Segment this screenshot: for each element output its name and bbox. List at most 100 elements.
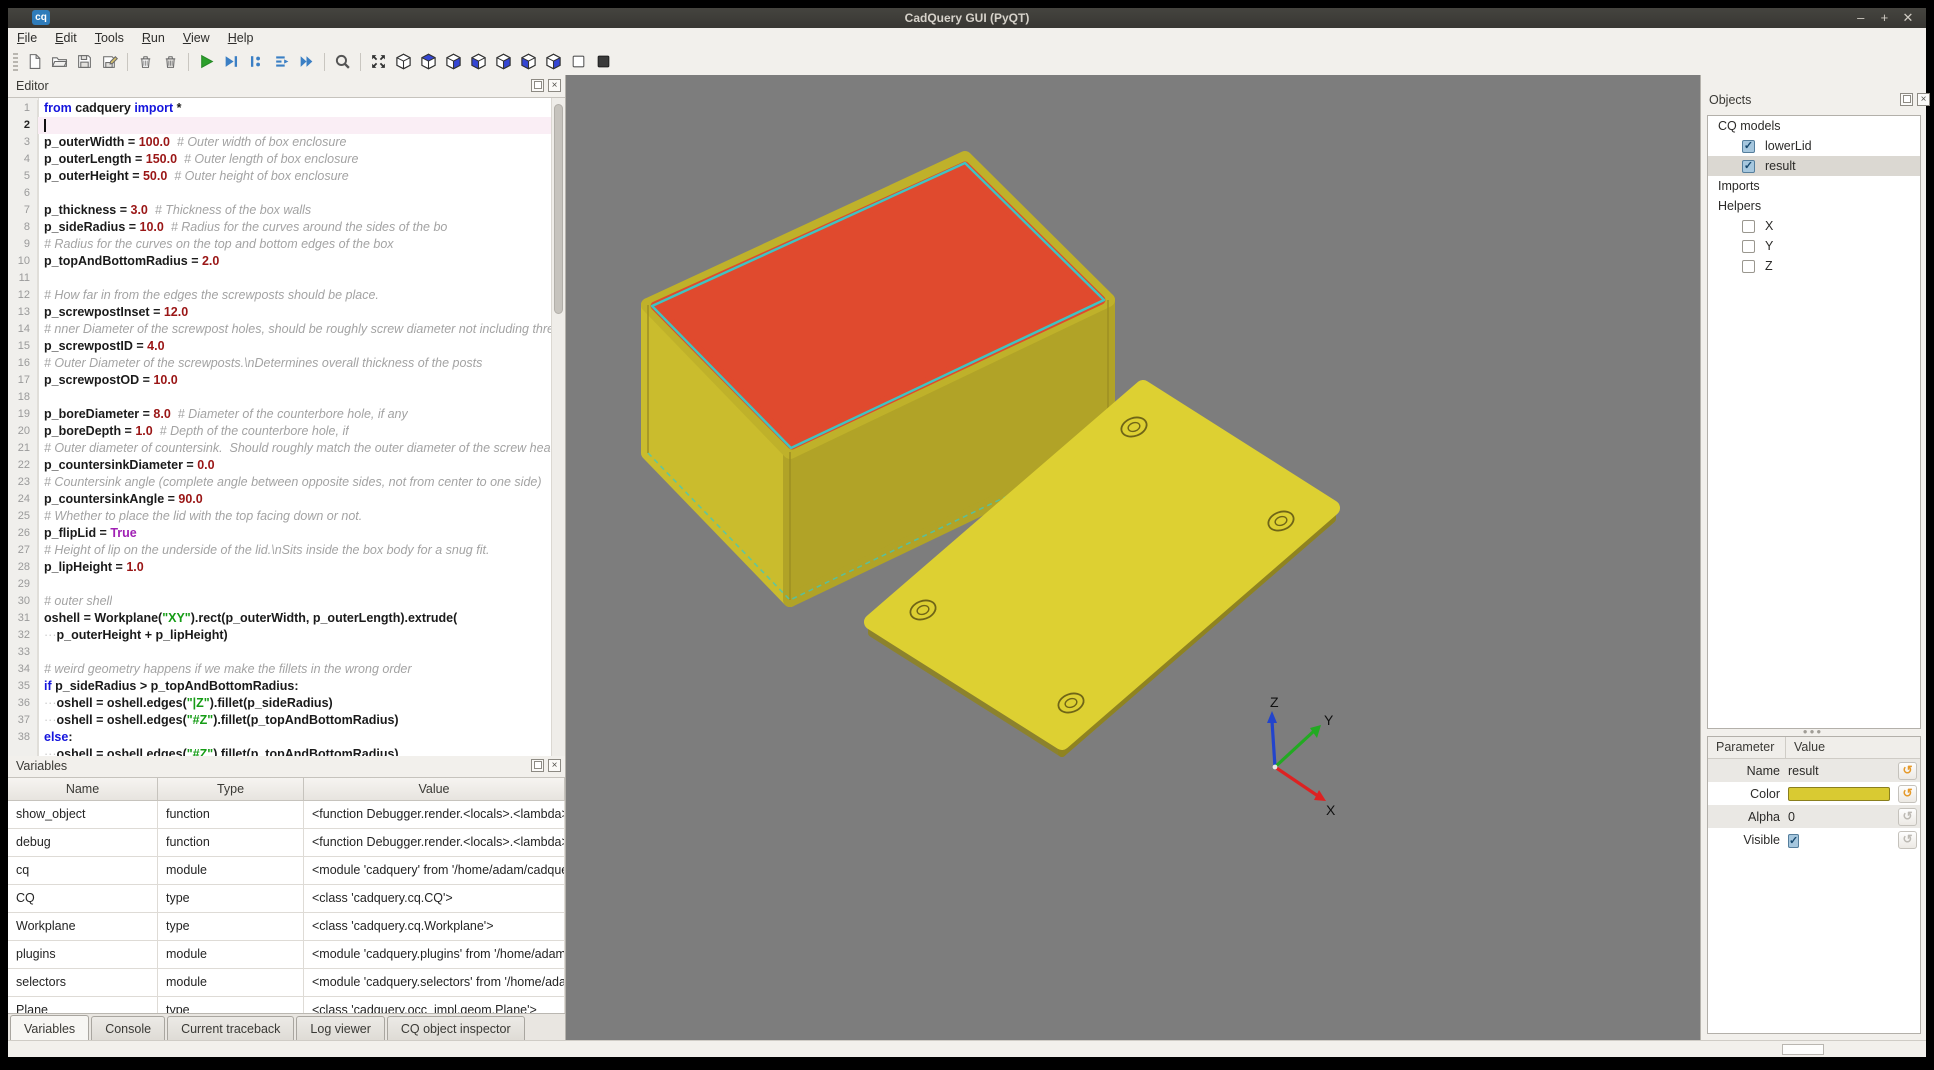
- code-line: 10p_topAndBottomRadius = 2.0: [8, 253, 565, 270]
- color-swatch[interactable]: [1788, 787, 1890, 801]
- table-row[interactable]: debugfunction<function Debugger.render.<…: [8, 829, 565, 857]
- cube-iso-button[interactable]: [391, 50, 416, 74]
- checkbox[interactable]: ✓: [1742, 160, 1755, 173]
- tab-console[interactable]: Console: [91, 1016, 165, 1041]
- revert-button[interactable]: ↺: [1898, 762, 1917, 780]
- variables-column-header[interactable]: Type: [158, 778, 304, 800]
- clear-trash-button[interactable]: [133, 50, 158, 74]
- minimize-button[interactable]: –: [1851, 8, 1871, 27]
- toolbar-drag-handle[interactable]: [13, 53, 18, 71]
- tab-current-traceback[interactable]: Current traceback: [167, 1016, 294, 1041]
- checkbox[interactable]: ✓: [1742, 140, 1755, 153]
- tree-item-result[interactable]: ✓result: [1708, 156, 1920, 176]
- table-row[interactable]: show_objectfunction<function Debugger.re…: [8, 801, 565, 829]
- tree-item-y[interactable]: Y: [1708, 236, 1920, 256]
- editor-scrollbar-thumb[interactable]: [554, 104, 563, 314]
- panel-splitter[interactable]: ●●●: [1707, 729, 1919, 736]
- checkbox[interactable]: [1742, 260, 1755, 273]
- table-row[interactable]: pluginsmodule<module 'cadquery.plugins' …: [8, 941, 565, 969]
- editor-float-icon[interactable]: [531, 79, 544, 92]
- continue-button[interactable]: [294, 50, 319, 74]
- tree-item-z[interactable]: Z: [1708, 256, 1920, 276]
- tree-item-lowerlid[interactable]: ✓lowerLid: [1708, 136, 1920, 156]
- step-over-button[interactable]: [269, 50, 294, 74]
- checkbox[interactable]: [1742, 240, 1755, 253]
- open-folder-button[interactable]: [47, 50, 72, 74]
- menu-view[interactable]: View: [174, 28, 219, 48]
- objects-close-icon[interactable]: ×: [1917, 93, 1930, 106]
- variables-close-icon[interactable]: ×: [548, 759, 561, 772]
- cube-right-button[interactable]: [541, 50, 566, 74]
- wireframe-square-icon: [570, 53, 587, 70]
- zoom-search-button[interactable]: [330, 50, 355, 74]
- revert-button[interactable]: ↺: [1898, 808, 1917, 826]
- variables-column-header[interactable]: Name: [8, 778, 158, 800]
- objects-float-icon[interactable]: [1900, 93, 1913, 106]
- tree-group-cq-models[interactable]: CQ models: [1708, 116, 1920, 136]
- title-bar[interactable]: cq CadQuery GUI (PyQT) – + ✕: [8, 8, 1926, 28]
- line-number: 33: [8, 644, 38, 661]
- variables-column-header[interactable]: Value: [304, 778, 565, 800]
- code-text: p_countersinkDiameter = 0.0: [38, 457, 215, 474]
- debug-icon: [223, 53, 240, 70]
- code-line: 36···oshell = oshell.edges("|Z").fillet(…: [8, 695, 565, 712]
- code-line: 21# Outer diameter of countersink. Shoul…: [8, 440, 565, 457]
- cube-left-button[interactable]: [516, 50, 541, 74]
- fit-view-button[interactable]: [366, 50, 391, 74]
- table-row[interactable]: selectorsmodule<module 'cadquery.selecto…: [8, 969, 565, 997]
- save-button[interactable]: [72, 50, 97, 74]
- code-editor[interactable]: 1from cadquery import *23p_outerWidth = …: [8, 97, 565, 756]
- table-row[interactable]: Workplanetype<class 'cadquery.cq.Workpla…: [8, 913, 565, 941]
- cube-top-button[interactable]: [416, 50, 441, 74]
- maximize-button[interactable]: +: [1874, 8, 1894, 27]
- editor-close-icon[interactable]: ×: [548, 79, 561, 92]
- close-button[interactable]: ✕: [1898, 8, 1918, 27]
- tree-group-imports[interactable]: Imports: [1708, 176, 1920, 196]
- table-row[interactable]: CQtype<class 'cadquery.cq.CQ'>: [8, 885, 565, 913]
- checkbox[interactable]: [1742, 220, 1755, 233]
- parameter-value[interactable]: 0: [1786, 810, 1898, 824]
- code-text: # How far in from the edges the screwpos…: [38, 287, 379, 304]
- debug-button[interactable]: [219, 50, 244, 74]
- visible-checkbox[interactable]: ✓: [1788, 834, 1799, 848]
- delete-trash-button[interactable]: [158, 50, 183, 74]
- menu-edit[interactable]: Edit: [46, 28, 86, 48]
- 3d-viewport[interactable]: Z Y X: [566, 75, 1700, 1040]
- parameter-table: ParameterValue Nameresult↺Color↺Alpha0↺V…: [1707, 736, 1921, 1034]
- revert-button[interactable]: ↺: [1898, 785, 1917, 803]
- wireframe-square-button[interactable]: [566, 50, 591, 74]
- code-text: p_lipHeight = 1.0: [38, 559, 144, 576]
- parameter-value[interactable]: ✓: [1786, 833, 1898, 847]
- tab-cq-object-inspector[interactable]: CQ object inspector: [387, 1016, 525, 1041]
- tree-item-x[interactable]: X: [1708, 216, 1920, 236]
- new-file-button[interactable]: [22, 50, 47, 74]
- line-number: 23: [8, 474, 38, 491]
- save-as-button[interactable]: [97, 50, 122, 74]
- menu-run[interactable]: Run: [133, 28, 174, 48]
- tree-group-helpers[interactable]: Helpers: [1708, 196, 1920, 216]
- run-button[interactable]: [194, 50, 219, 74]
- revert-button[interactable]: ↺: [1898, 831, 1917, 849]
- variables-float-icon[interactable]: [531, 759, 544, 772]
- shaded-square-button[interactable]: [591, 50, 616, 74]
- menu-file[interactable]: File: [8, 28, 46, 48]
- table-row[interactable]: Planetype<class 'cadquery.occ_impl.geom.…: [8, 997, 565, 1014]
- menu-tools[interactable]: Tools: [86, 28, 133, 48]
- parameter-value[interactable]: [1786, 787, 1898, 801]
- parameter-value[interactable]: result: [1786, 764, 1898, 778]
- tab-variables[interactable]: Variables: [10, 1015, 89, 1042]
- menu-help[interactable]: Help: [219, 28, 263, 48]
- table-cell: Workplane: [8, 913, 158, 940]
- step-into-button[interactable]: [244, 50, 269, 74]
- cube-front-button[interactable]: [466, 50, 491, 74]
- cube-bottom-button[interactable]: [441, 50, 466, 74]
- line-number: 26: [8, 525, 38, 542]
- code-line: 33: [8, 644, 565, 661]
- editor-scrollbar[interactable]: [551, 98, 565, 756]
- table-row[interactable]: cqmodule<module 'cadquery' from '/home/a…: [8, 857, 565, 885]
- cube-back-button[interactable]: [491, 50, 516, 74]
- cube-top-icon: [420, 53, 437, 70]
- parameter-row-alpha: Alpha0↺: [1708, 805, 1920, 828]
- tab-log-viewer[interactable]: Log viewer: [296, 1016, 384, 1041]
- status-grip[interactable]: [1782, 1044, 1824, 1055]
